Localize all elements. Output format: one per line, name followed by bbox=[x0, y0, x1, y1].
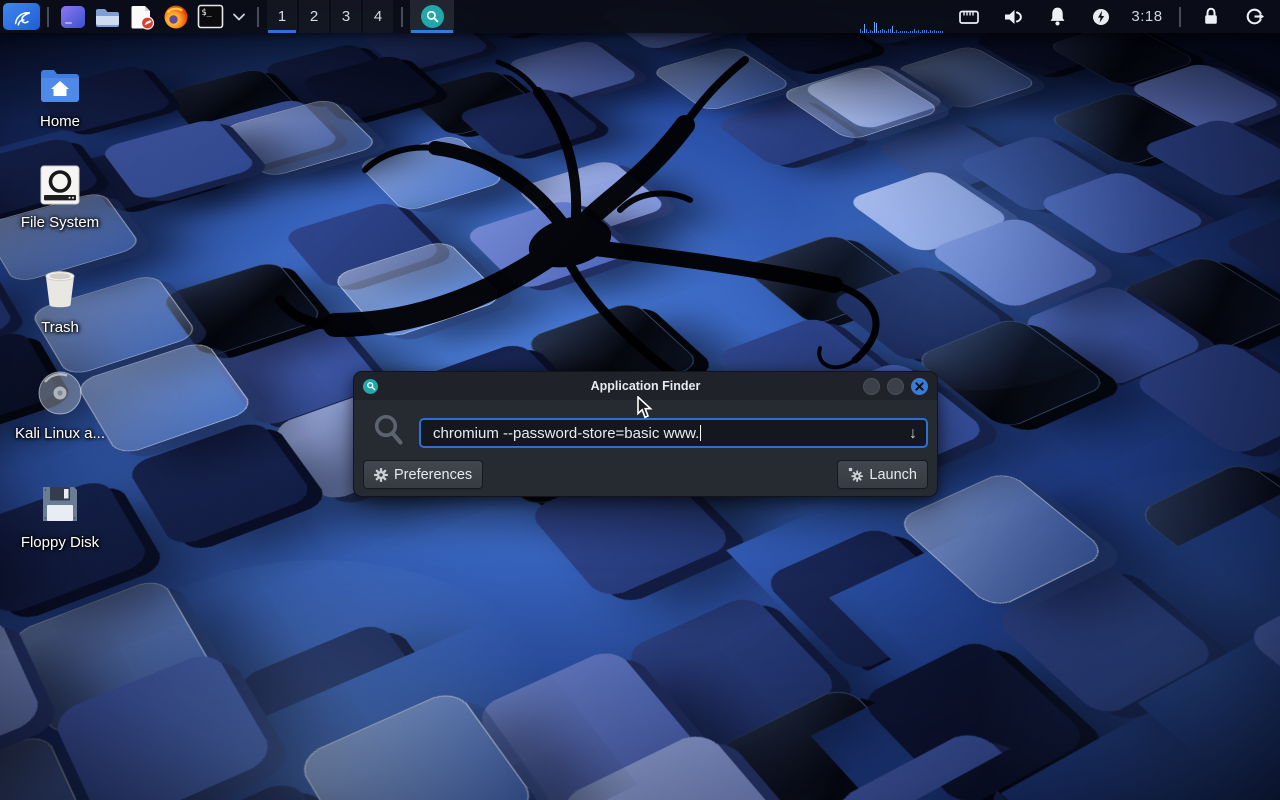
desktop-icon-label: Kali Linux a... bbox=[0, 425, 120, 442]
workspace-label: 3 bbox=[342, 8, 350, 25]
system-load-graph[interactable] bbox=[860, 0, 948, 33]
wallpaper-cube bbox=[356, 134, 507, 213]
command-text: chromium --password-store=basic www. bbox=[433, 425, 699, 442]
system-tray: 3:18 bbox=[948, 2, 1280, 31]
maximize-button[interactable] bbox=[887, 378, 904, 395]
workspace-4[interactable]: 4 bbox=[363, 0, 393, 33]
panel-separator bbox=[401, 7, 403, 27]
app-window-icon bbox=[60, 5, 86, 29]
close-button[interactable] bbox=[911, 378, 928, 395]
gear-icon bbox=[374, 468, 388, 482]
minimize-button[interactable] bbox=[863, 378, 880, 395]
workspace-3[interactable]: 3 bbox=[331, 0, 361, 33]
desktop-icon-floppy-disk[interactable]: Floppy Disk bbox=[0, 479, 120, 551]
desktop-icon-kali-linux[interactable]: Kali Linux a... bbox=[0, 370, 120, 442]
clock[interactable]: 3:18 bbox=[1124, 2, 1170, 31]
text-caret bbox=[700, 425, 701, 441]
applications-menu-button[interactable] bbox=[3, 3, 40, 30]
search-icon bbox=[373, 413, 405, 447]
terminal-icon: $_ bbox=[197, 4, 224, 29]
power-manager-icon bbox=[1091, 7, 1111, 27]
application-finder-icon bbox=[421, 5, 444, 28]
wallpaper-cube bbox=[1134, 460, 1280, 607]
trash-bin-icon bbox=[0, 264, 120, 310]
firefox-icon bbox=[163, 4, 189, 30]
workspace-label: 2 bbox=[310, 8, 318, 25]
panel-separator bbox=[1179, 7, 1181, 27]
titlebar[interactable]: Application Finder bbox=[354, 372, 937, 400]
command-input[interactable]: chromium --password-store=basic www. ↓ bbox=[419, 418, 928, 448]
panel-separator bbox=[47, 7, 49, 27]
panel-separator bbox=[257, 7, 259, 27]
network-icon bbox=[958, 7, 980, 27]
terminal-dropdown-button[interactable] bbox=[228, 2, 250, 31]
desktop-icon-label: Home bbox=[0, 113, 120, 130]
volume-tray-button[interactable] bbox=[992, 2, 1034, 31]
network-tray-button[interactable] bbox=[948, 2, 990, 31]
launcher-file-manager[interactable] bbox=[90, 2, 125, 31]
launch-button[interactable]: Launch bbox=[837, 460, 928, 489]
lock-screen-button[interactable] bbox=[1190, 2, 1232, 31]
run-gear-icon bbox=[848, 467, 863, 482]
wallpaper-cube bbox=[330, 480, 526, 617]
workspace-1[interactable]: 1 bbox=[267, 0, 297, 33]
lock-icon bbox=[1201, 6, 1221, 27]
desktop-icon-home[interactable]: Home bbox=[0, 58, 120, 130]
folder-icon bbox=[94, 5, 121, 29]
finder-body: chromium --password-store=basic www. ↓ P… bbox=[354, 400, 937, 497]
top-panel: $_ 1 2 3 4 bbox=[0, 0, 1280, 33]
preferences-label: Preferences bbox=[394, 467, 472, 483]
workspace-2[interactable]: 2 bbox=[299, 0, 329, 33]
workspace-label: 4 bbox=[374, 8, 382, 25]
chevron-down-icon bbox=[232, 12, 246, 22]
preferences-button[interactable]: Preferences bbox=[363, 460, 483, 489]
bell-icon bbox=[1047, 6, 1068, 27]
volume-icon bbox=[1002, 6, 1024, 28]
launcher-terminal[interactable]: $_ bbox=[193, 2, 228, 31]
disc-icon bbox=[0, 370, 120, 416]
desktop-icon-label: Trash bbox=[0, 319, 120, 336]
close-icon bbox=[915, 382, 924, 391]
desktop-icon-label: Floppy Disk bbox=[0, 534, 120, 551]
logout-button[interactable] bbox=[1234, 2, 1276, 31]
launcher-firefox[interactable] bbox=[159, 2, 193, 31]
document-icon bbox=[129, 4, 155, 30]
kali-logo-icon bbox=[11, 6, 33, 28]
workspace-label: 1 bbox=[278, 8, 286, 25]
desktop-root: $_ 1 2 3 4 bbox=[0, 0, 1280, 800]
power-manager-tray-button[interactable] bbox=[1080, 2, 1122, 31]
notifications-tray-button[interactable] bbox=[1036, 2, 1078, 31]
logout-icon bbox=[1245, 6, 1266, 27]
desktop-icon-trash[interactable]: Trash bbox=[0, 264, 120, 336]
taskbar-application-finder[interactable] bbox=[410, 0, 454, 33]
hard-drive-icon bbox=[0, 159, 120, 205]
launcher-text-editor[interactable] bbox=[125, 2, 159, 31]
desktop-icon-file-system[interactable]: File System bbox=[0, 159, 120, 231]
home-folder-icon bbox=[0, 58, 120, 104]
terminal-prompt-glyph: $_ bbox=[202, 8, 213, 18]
desktop-icon-label: File System bbox=[0, 214, 120, 231]
window-title: Application Finder bbox=[354, 379, 937, 393]
application-finder-window: Application Finder chromium --password-s… bbox=[353, 371, 938, 497]
launcher-app-window[interactable] bbox=[56, 2, 90, 31]
launch-label: Launch bbox=[869, 467, 917, 483]
floppy-disk-icon bbox=[0, 479, 120, 525]
history-dropdown-arrow-icon[interactable]: ↓ bbox=[909, 422, 917, 446]
